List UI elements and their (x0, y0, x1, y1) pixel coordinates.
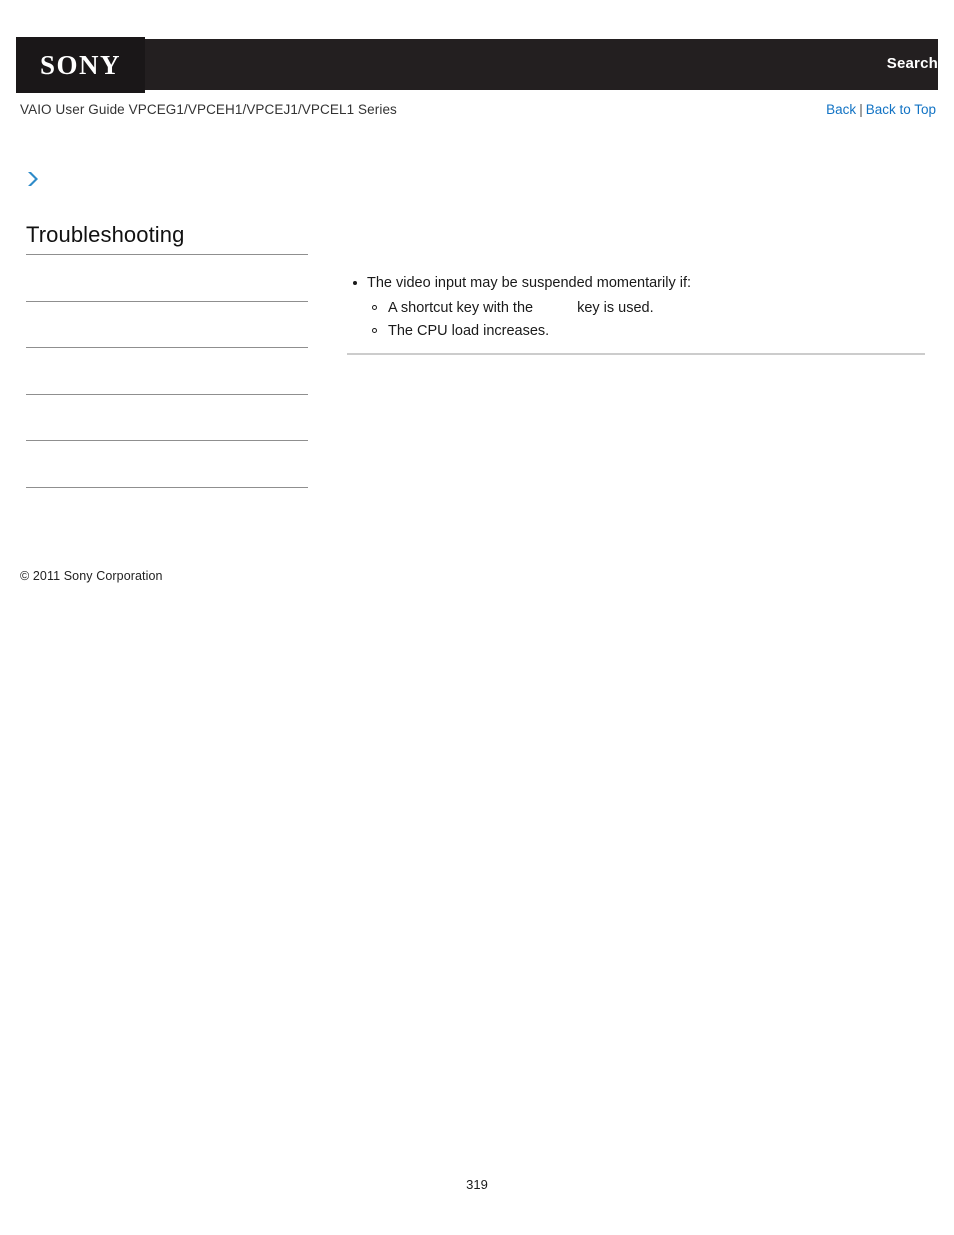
page-title: VAIO User Guide VPCEG1/VPCEH1/VPCEJ1/VPC… (20, 102, 397, 117)
back-to-top-link[interactable]: Back to Top (866, 102, 936, 117)
content-divider (347, 353, 925, 355)
sidebar-item-4[interactable] (26, 393, 308, 441)
search-link[interactable]: Search (887, 55, 938, 72)
bullet-list-level2: A shortcut key with the key is used. The … (367, 297, 925, 343)
bullet-item-cpu-load: The CPU load increases. (367, 320, 925, 343)
bullet-list-level1: The video input may be suspended momenta… (347, 272, 925, 343)
bullet-text: The video input may be suspended momenta… (367, 275, 692, 291)
header-nav: Back | Back to Top (826, 102, 936, 117)
bullet-disc-icon (353, 281, 357, 285)
sony-logo-text: SONY (39, 49, 121, 80)
shortcut-key-text-before: A shortcut key with the (388, 300, 534, 316)
sidebar-item-5[interactable] (26, 440, 308, 487)
sidebar-item-3[interactable] (26, 347, 308, 394)
copyright-notice: © 2011 Sony Corporation (20, 569, 163, 583)
cpu-load-text: The CPU load increases. (388, 323, 550, 339)
back-link[interactable]: Back (826, 102, 856, 117)
nav-separator: | (859, 102, 863, 117)
main-content: The video input may be suspended momenta… (347, 272, 925, 343)
sidebar-nav-list (26, 254, 308, 533)
bullet-circle-icon (372, 305, 377, 310)
page-number: 319 (466, 1177, 488, 1192)
sidebar-title: Troubleshooting (26, 222, 185, 247)
bullet-item-video-input: The video input may be suspended momenta… (347, 272, 925, 343)
sidebar-item-2[interactable] (26, 300, 308, 348)
bullet-item-shortcut-key: A shortcut key with the key is used. (367, 297, 925, 320)
sony-logo[interactable]: SONY (16, 37, 145, 93)
sidebar-item-1[interactable] (26, 254, 308, 301)
bullet-circle-icon (372, 328, 377, 333)
sidebar: Troubleshooting (26, 170, 308, 533)
header-bar (16, 39, 938, 90)
shortcut-key-text-after: key is used. (577, 300, 654, 316)
sidebar-item-6[interactable] (26, 486, 308, 534)
chevron-double-right-icon[interactable] (26, 170, 42, 188)
